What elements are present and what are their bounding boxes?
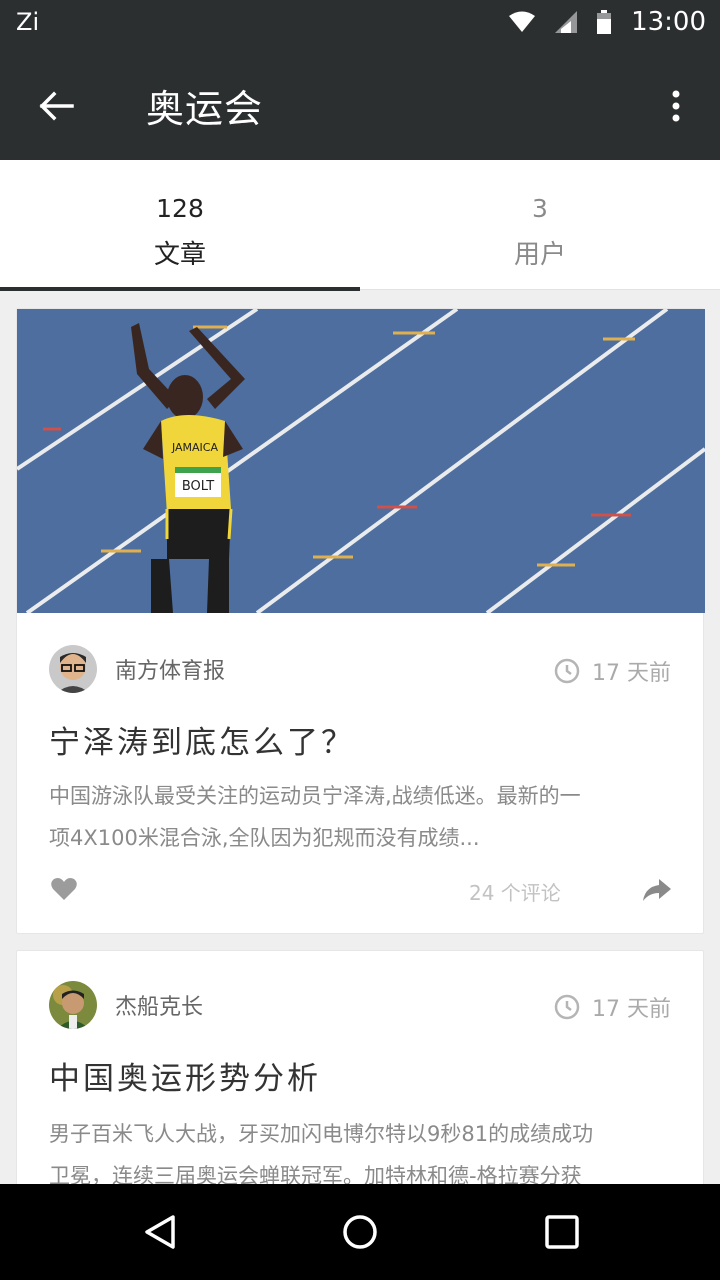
square-recents-icon bbox=[545, 1215, 579, 1249]
tab-indicator bbox=[0, 287, 360, 291]
status-bar: Zi 13:00 bbox=[0, 0, 720, 48]
tab-users-label: 用户 bbox=[513, 240, 566, 270]
post-excerpt-line: 中国游泳队最受关注的运动员宁泽涛,战绩低迷。最新的一 bbox=[49, 784, 581, 808]
post-time: 17 天前 bbox=[554, 991, 671, 1023]
circle-home-icon bbox=[343, 1215, 377, 1249]
post-title[interactable]: 中国奥运形势分析 bbox=[49, 1053, 321, 1098]
status-icons: 13:00 bbox=[509, 7, 706, 37]
article-hero-image[interactable]: BOLT JAMAICA bbox=[17, 309, 705, 613]
app-bar: 奥运会 bbox=[0, 48, 720, 160]
post-excerpt: 中国游泳队最受关注的运动员宁泽涛,战绩低迷。最新的一 项4X100米混合泳,全队… bbox=[49, 775, 679, 859]
post-excerpt-line: 项4X100米混合泳,全队因为犯规而没有成绩... bbox=[49, 826, 480, 850]
like-button[interactable] bbox=[51, 877, 77, 905]
author-row[interactable]: 南方体育报 bbox=[49, 645, 225, 693]
svg-text:JAMAICA: JAMAICA bbox=[171, 441, 219, 454]
share-icon bbox=[643, 879, 671, 901]
post-time-text: 17 天前 bbox=[592, 661, 671, 686]
wifi-icon bbox=[509, 11, 536, 32]
clock-icon bbox=[554, 994, 580, 1020]
tab-articles-label: 文章 bbox=[153, 240, 206, 270]
track-photo: BOLT JAMAICA bbox=[17, 309, 705, 613]
post-time-text: 17 天前 bbox=[592, 997, 671, 1022]
svg-text:BOLT: BOLT bbox=[182, 479, 214, 494]
author-name[interactable]: 南方体育报 bbox=[115, 653, 225, 685]
system-nav-bar bbox=[0, 1184, 720, 1280]
status-time: 13:00 bbox=[631, 7, 706, 37]
clock-icon bbox=[554, 658, 580, 684]
article-card[interactable]: BOLT JAMAICA 南方体育报 17 天前 宁泽涛到底怎么了？ 中国游泳队… bbox=[16, 308, 705, 934]
arrow-back-icon bbox=[39, 91, 74, 121]
page-title: 奥运会 bbox=[146, 87, 264, 131]
post-excerpt-line: 男子百米飞人大战，牙买加闪电博尔特以9秒81的成绩成功 bbox=[49, 1122, 594, 1146]
author-row[interactable]: 杰船克长 bbox=[49, 981, 203, 1029]
tab-articles[interactable]: 128 文章 bbox=[0, 160, 360, 291]
post-time: 17 天前 bbox=[554, 655, 671, 687]
status-app-indicator: Zi bbox=[16, 8, 40, 36]
nav-recents-button[interactable] bbox=[538, 1208, 586, 1256]
tab-bar: 128 文章 3 用户 bbox=[0, 160, 720, 291]
tab-articles-count: 128 bbox=[156, 194, 204, 223]
back-button[interactable] bbox=[28, 78, 84, 134]
triangle-back-icon bbox=[145, 1215, 175, 1249]
avatar[interactable] bbox=[49, 981, 97, 1029]
battery-icon bbox=[597, 10, 612, 34]
nav-home-button[interactable] bbox=[336, 1208, 384, 1256]
more-vert-icon bbox=[672, 90, 680, 122]
avatar[interactable] bbox=[49, 645, 97, 693]
author-name[interactable]: 杰船克长 bbox=[115, 989, 203, 1021]
tab-users-count: 3 bbox=[532, 194, 548, 223]
article-card[interactable]: 杰船克长 17 天前 中国奥运形势分析 男子百米飞人大战，牙买加闪电博尔特以9秒… bbox=[16, 950, 704, 1210]
comment-count[interactable]: 24 个评论 bbox=[469, 877, 561, 906]
heart-icon bbox=[51, 878, 77, 900]
more-options-button[interactable] bbox=[656, 82, 696, 130]
post-title[interactable]: 宁泽涛到底怎么了？ bbox=[49, 717, 355, 762]
signal-icon bbox=[555, 11, 578, 33]
tab-users[interactable]: 3 用户 bbox=[360, 160, 720, 290]
share-button[interactable] bbox=[643, 879, 671, 905]
nav-back-button[interactable] bbox=[136, 1208, 184, 1256]
